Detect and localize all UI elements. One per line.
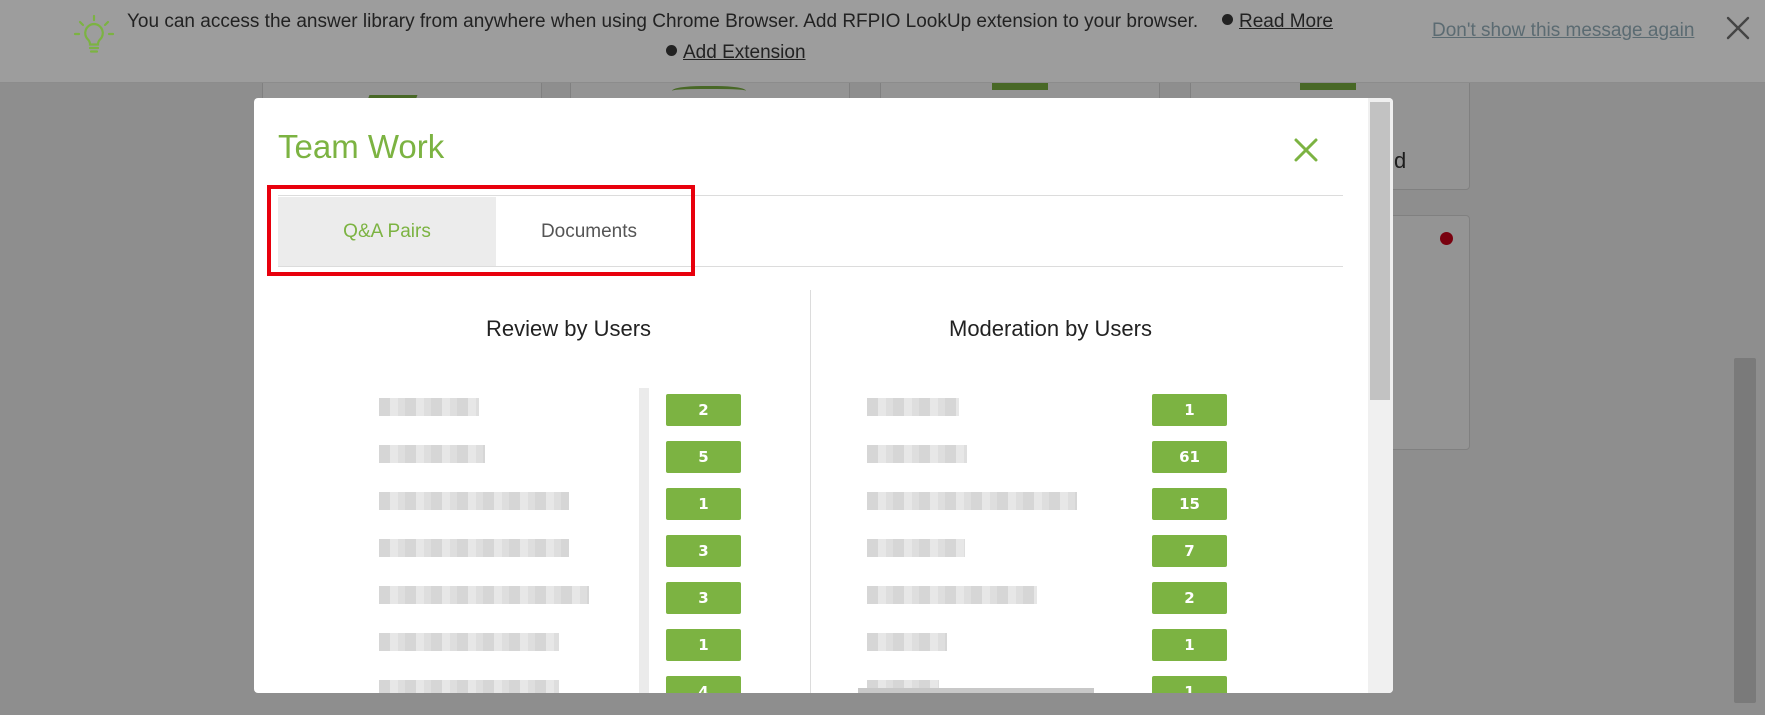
count-badge: 1	[666, 629, 741, 661]
bullet-icon	[666, 45, 677, 57]
read-more-link[interactable]: Read More	[1222, 11, 1333, 33]
count-badge: 5	[666, 441, 741, 473]
count-badge: 3	[666, 535, 741, 567]
count-badge: 7	[1152, 535, 1227, 567]
horizontal-scrollbar[interactable]	[858, 688, 1094, 693]
banner-message: You can access the answer library from a…	[127, 11, 1199, 32]
page-scrollbar[interactable]	[1734, 358, 1756, 703]
user-name	[379, 445, 485, 463]
user-name	[867, 539, 965, 557]
extension-banner: You can access the answer library from a…	[0, 0, 1765, 83]
count-badge: 4	[666, 676, 741, 693]
moderation-by-users-title: Moderation by Users	[949, 316, 1152, 341]
add-extension-link[interactable]: Add Extension	[666, 42, 806, 64]
user-name	[379, 633, 559, 651]
bullet-icon	[1222, 14, 1233, 26]
modal-title: Team Work	[278, 128, 445, 165]
count-badge: 2	[1152, 582, 1227, 614]
count-badge: 1	[1152, 394, 1227, 426]
user-name	[867, 398, 959, 416]
user-name	[379, 492, 569, 510]
count-badge: 3	[666, 582, 741, 614]
review-by-users-title: Review by Users	[486, 316, 652, 341]
tabs-highlight-box	[267, 185, 695, 276]
user-name	[379, 586, 589, 604]
count-badge: 1	[666, 488, 741, 520]
user-name	[867, 586, 1037, 604]
user-name	[379, 539, 569, 557]
dont-show-again-link[interactable]: Don't show this message again	[1432, 20, 1694, 42]
count-badge: 61	[1152, 441, 1227, 473]
user-name	[867, 492, 1077, 510]
close-icon[interactable]	[1724, 14, 1752, 42]
count-badge: 1	[1152, 676, 1227, 693]
user-name	[379, 398, 479, 416]
team-work-modal: Team Work Q&A Pairs Documents Review by …	[254, 98, 1393, 693]
count-badge: 2	[666, 394, 741, 426]
count-badge: 15	[1152, 488, 1227, 520]
close-icon[interactable]	[1292, 136, 1320, 164]
count-badge: 1	[1152, 629, 1227, 661]
user-name	[379, 680, 559, 693]
user-name	[867, 633, 947, 651]
read-more-label[interactable]: Read More	[1239, 11, 1333, 32]
modal-scrollbar-thumb[interactable]	[1370, 102, 1390, 400]
review-list-scrollbar[interactable]	[639, 388, 649, 693]
user-name	[867, 445, 967, 463]
lightbulb-icon	[73, 14, 115, 53]
add-extension-label[interactable]: Add Extension	[683, 42, 806, 63]
column-divider	[810, 290, 811, 693]
